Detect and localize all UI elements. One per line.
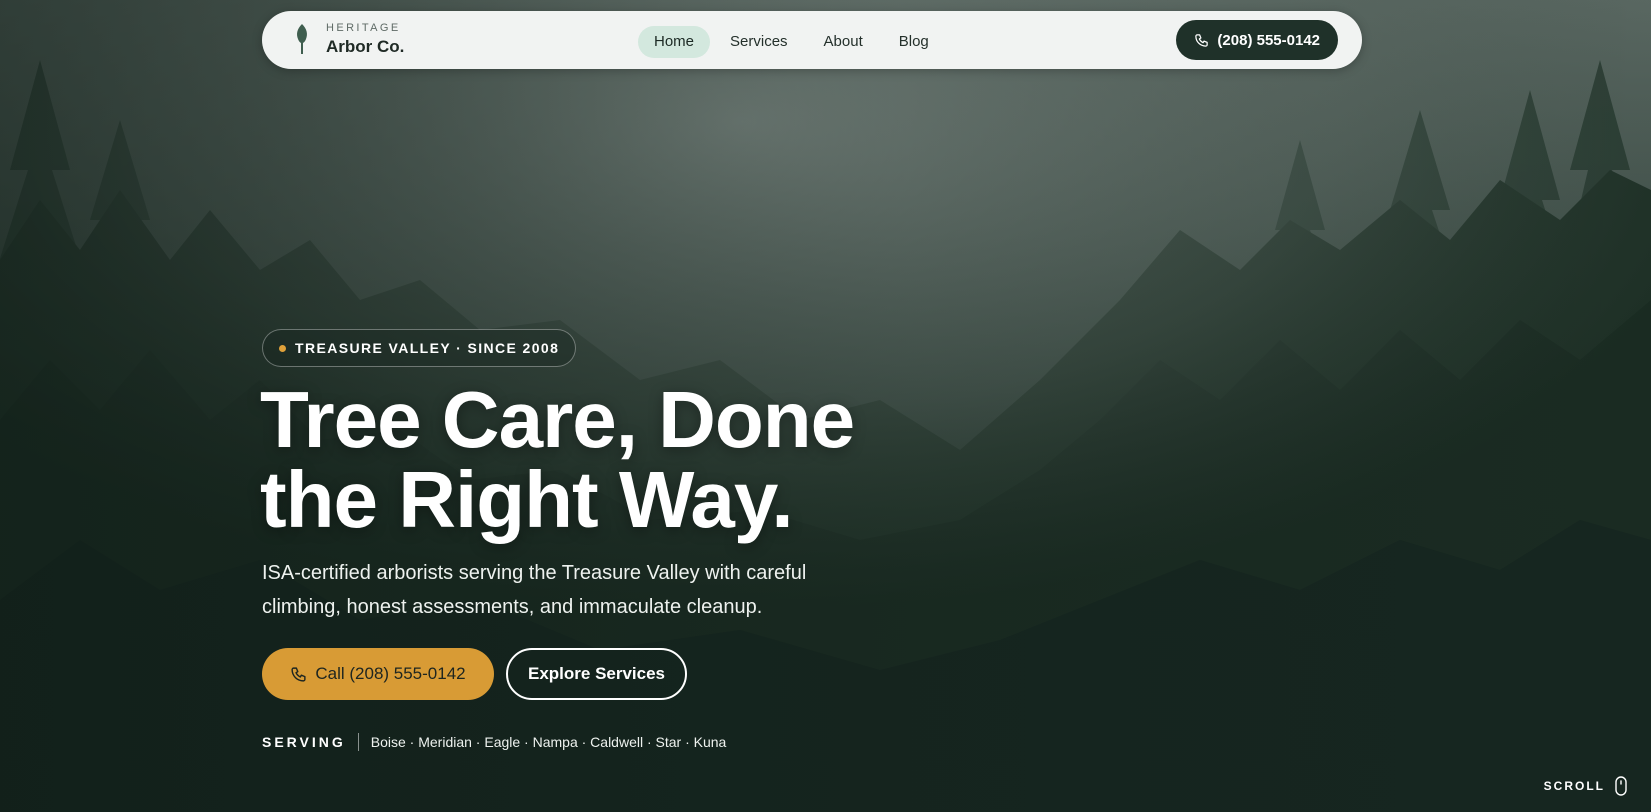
nav-phone-button[interactable]: (208) 555-0142 bbox=[1176, 20, 1338, 60]
phone-icon bbox=[1195, 33, 1209, 47]
top-navbar: HERITAGE Arbor Co. Home Services About B… bbox=[262, 11, 1362, 69]
nav-link-blog[interactable]: Blog bbox=[883, 26, 945, 58]
serving-area: SERVING Boise · Meridian · Eagle · Nampa… bbox=[262, 733, 726, 751]
nav-link-home[interactable]: Home bbox=[638, 26, 711, 58]
serving-label: SERVING bbox=[262, 734, 346, 750]
nav-link-about[interactable]: About bbox=[808, 26, 879, 58]
nav-link-services[interactable]: Services bbox=[714, 26, 804, 58]
nav-links: Home Services About Blog bbox=[638, 26, 949, 58]
hero-headline: Tree Care, Done the Right Way. bbox=[260, 375, 855, 544]
serving-divider bbox=[357, 733, 359, 751]
headline-line-2: the Right Way. bbox=[260, 455, 794, 544]
scroll-indicator[interactable]: SCROLL bbox=[1544, 776, 1627, 796]
phone-icon bbox=[291, 666, 306, 682]
brand-kicker: HERITAGE bbox=[326, 22, 401, 34]
location-badge: TREASURE VALLEY · SINCE 2008 bbox=[262, 329, 577, 367]
badge-label: TREASURE VALLEY · SINCE 2008 bbox=[295, 340, 560, 356]
call-button-label: Call (208) 555-0142 bbox=[315, 664, 466, 683]
hero-subcopy: ISA-certified arborists serving the Trea… bbox=[262, 562, 807, 618]
explore-services-button[interactable]: Explore Services bbox=[506, 648, 687, 700]
call-button[interactable]: Call (208) 555-0142 bbox=[262, 648, 494, 700]
nav-phone-label: (208) 555-0142 bbox=[1217, 31, 1320, 49]
badge-dot-icon bbox=[279, 344, 286, 352]
headline-line-1: Tree Care, Done bbox=[260, 375, 855, 464]
scroll-label: SCROLL bbox=[1543, 779, 1605, 793]
brand-logo-link[interactable]: HERITAGE Arbor Co. bbox=[292, 23, 404, 55]
mouse-icon bbox=[1615, 776, 1627, 796]
brand-name: Arbor Co. bbox=[326, 37, 405, 56]
tree-icon bbox=[297, 24, 307, 54]
serving-cities: Boise · Meridian · Eagle · Nampa · Caldw… bbox=[370, 734, 727, 750]
